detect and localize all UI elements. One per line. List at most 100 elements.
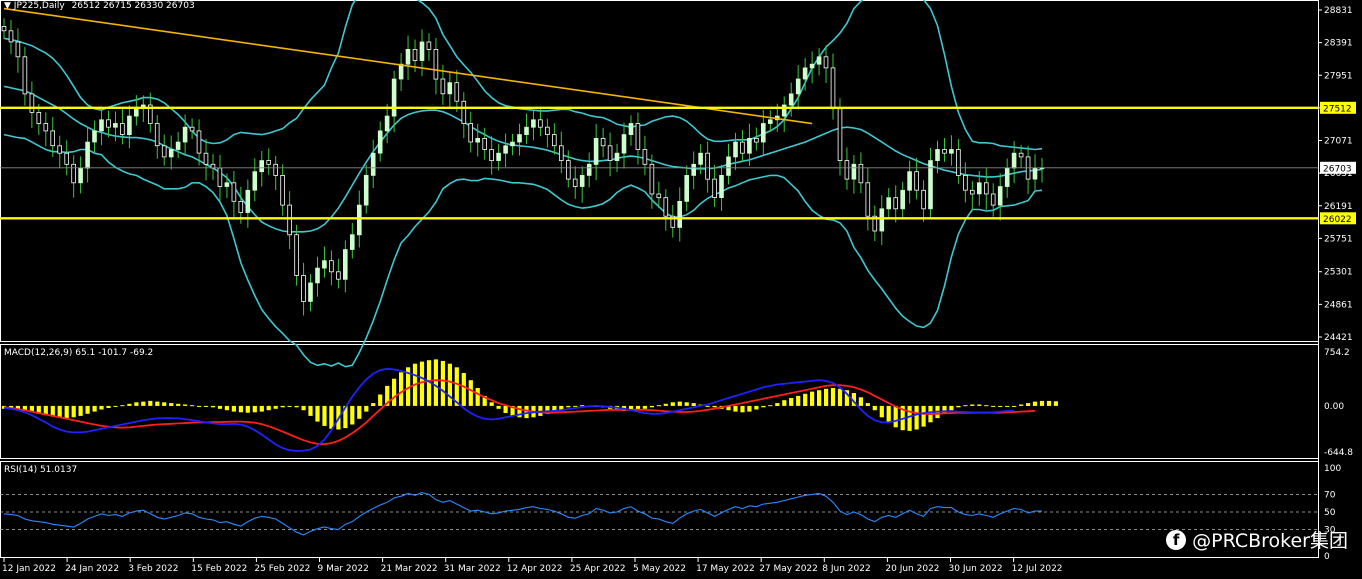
candle: [154, 123, 160, 147]
candle: [893, 197, 898, 210]
macd-histogram-bar: [747, 405, 752, 412]
x-tick-label: 9 Mar 2022: [318, 564, 369, 574]
candle: [691, 163, 696, 176]
candle: [287, 204, 292, 236]
macd-histogram-bar: [691, 403, 696, 406]
ohlc-label: 26512 26715 26330 26703: [71, 1, 195, 11]
rsi-y-tick-label: 100: [1324, 464, 1341, 474]
candle: [719, 174, 724, 198]
macd-histogram-bar: [92, 405, 97, 412]
candle: [294, 234, 299, 276]
candle: [426, 41, 432, 50]
x-tick-label: 25 Apr 2022: [570, 564, 626, 574]
rsi-title: RSI(14) 51.0137: [4, 465, 78, 475]
x-tick-label: 12 Jul 2022: [1012, 564, 1063, 574]
y-tick-label: 25751: [1324, 234, 1353, 244]
candle: [29, 93, 35, 113]
macd-histogram-bar: [649, 405, 654, 408]
candle: [405, 49, 411, 65]
price-panel-frame: [0, 0, 1319, 342]
axes: 2883128391279512751227071266312619125751…: [2, 6, 1356, 574]
macd-histogram-bar: [301, 405, 306, 411]
candle: [816, 56, 822, 65]
macd-histogram-bar: [252, 405, 257, 413]
macd-histogram-bar: [642, 405, 647, 409]
candle: [586, 163, 592, 176]
candle: [175, 141, 181, 150]
macd-histogram-bar: [57, 405, 62, 418]
candle: [809, 63, 815, 69]
candle: [342, 249, 348, 280]
macd-plot: [1, 359, 1058, 452]
candle: [120, 123, 125, 136]
candle: [189, 126, 195, 132]
macd-y-tick-label: 754.2: [1324, 348, 1350, 358]
candle: [22, 56, 28, 95]
macd-histogram-bar: [71, 405, 76, 418]
macd-histogram-bar: [963, 405, 968, 407]
macd-histogram-bar: [559, 405, 564, 410]
candle: [510, 141, 515, 147]
macd-histogram-bar: [524, 405, 529, 419]
candle: [349, 234, 355, 250]
macd-histogram-bar: [148, 400, 153, 406]
candle: [92, 130, 97, 143]
candle: [795, 78, 801, 95]
macd-histogram-bar: [949, 405, 954, 411]
current-price-tag-label: 26703: [1323, 164, 1352, 174]
macd-histogram-bar: [496, 405, 501, 409]
rsi-line: [3, 492, 1042, 536]
macd-histogram-bar: [837, 388, 843, 406]
x-tick-label: 5 May 2022: [633, 564, 686, 574]
macd-histogram-bar: [231, 405, 236, 412]
candle: [858, 163, 864, 184]
candle: [301, 275, 306, 302]
macd-histogram-bar: [865, 403, 870, 406]
candle: [823, 56, 829, 69]
candle: [447, 82, 453, 95]
candle: [628, 123, 634, 136]
macd-histogram-bar: [921, 405, 926, 427]
candle: [879, 208, 885, 232]
candle: [503, 145, 508, 154]
macd-histogram-bar: [761, 405, 766, 408]
macd-histogram-bar: [245, 405, 250, 413]
x-tick-label: 8 Jun 2022: [822, 564, 870, 574]
candle: [830, 67, 836, 110]
macd-histogram-bar: [824, 388, 829, 406]
candle: [886, 197, 891, 210]
rsi-y-tick-label: 70: [1324, 490, 1336, 500]
candle: [231, 182, 237, 202]
candle: [106, 119, 111, 128]
trendline: [3, 7, 813, 125]
candle: [921, 189, 926, 210]
macd-histogram-bar: [127, 403, 132, 406]
candle: [433, 49, 439, 80]
candle: [726, 156, 731, 176]
candle: [489, 149, 494, 162]
candle: [468, 123, 473, 143]
macd-histogram-bar: [489, 402, 494, 406]
symbol-label: JP225,Daily: [13, 1, 65, 11]
macd-histogram-bar: [155, 401, 160, 406]
macd-histogram-bar: [768, 405, 773, 407]
candle: [600, 137, 606, 147]
macd-histogram-bar: [775, 403, 780, 406]
macd-histogram-bar: [350, 405, 355, 425]
candle: [865, 182, 871, 217]
y-tick-label: 27071: [1324, 137, 1353, 147]
candle: [740, 141, 745, 154]
candle: [907, 171, 912, 191]
candle: [329, 260, 334, 273]
macd-histogram-bar: [106, 405, 111, 408]
candle: [133, 108, 139, 117]
candle: [851, 163, 857, 180]
macd-histogram-bar: [280, 405, 285, 408]
chart-title[interactable]: ▼ JP225,Daily 26512 26715 26330 26703: [4, 1, 195, 11]
candle: [956, 149, 961, 176]
macd-histogram-bar: [740, 405, 745, 413]
y-tick-label: 26191: [1324, 202, 1353, 212]
candle: [182, 126, 188, 143]
dropdown-arrow-icon[interactable]: ▼: [4, 1, 11, 11]
upper-band-line: [3, 0, 1043, 151]
